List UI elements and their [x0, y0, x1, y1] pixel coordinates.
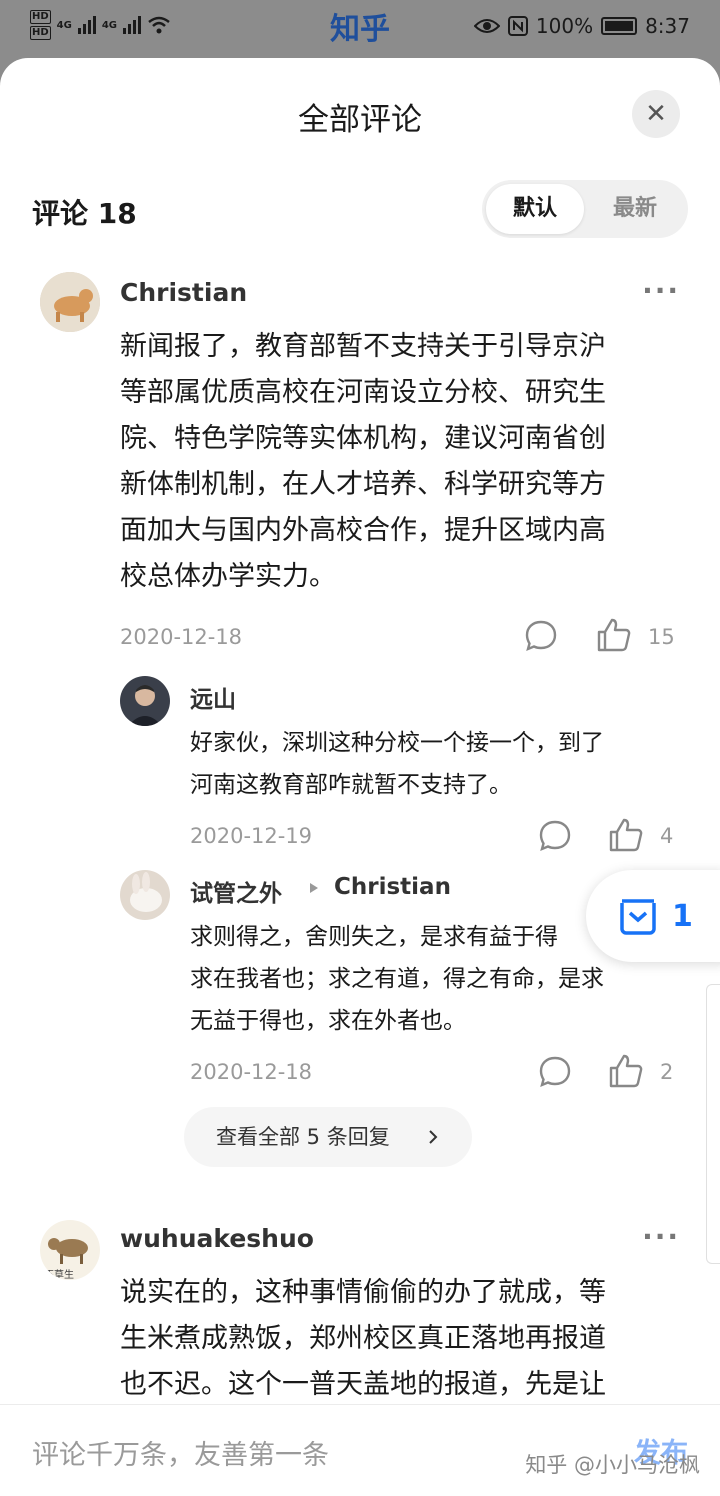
reply-icon[interactable] — [538, 1055, 572, 1089]
comments-sheet: 全部评论 ✕ 评论 18 默认 最新 Christian ··· 新闻报了，教育… — [0, 58, 720, 1496]
reply-author[interactable]: 试管之外 — [190, 874, 282, 908]
avatar[interactable] — [40, 272, 100, 332]
comment-count-row: 评论 18 默认 最新 — [32, 180, 688, 240]
like-count: 2 — [660, 1060, 674, 1084]
nfc-icon — [507, 16, 528, 36]
comment-author[interactable]: Christian — [120, 278, 247, 307]
more-options-icon[interactable]: ··· — [642, 274, 680, 307]
avatar[interactable] — [120, 870, 170, 920]
clock: 8:37 — [645, 14, 690, 38]
reply-icon[interactable] — [538, 819, 572, 853]
sheet-title: 全部评论 — [298, 102, 422, 138]
comment-text: 新闻报了，教育部暂不支持关于引导京沪 等部属优质高校在河南设立分校、研究生 院、… — [120, 331, 606, 592]
sort-latest-tab[interactable]: 最新 — [586, 184, 684, 234]
eye-icon — [473, 19, 500, 33]
comment-text: 说实在的，这种事情偷偷的办了就成，等 生米煮成熟饭，郑州校区真正落地再报道 也不… — [120, 1277, 606, 1400]
floating-collapse-button[interactable]: 1 — [586, 870, 720, 962]
reply-date: 2020-12-19 — [190, 824, 313, 848]
like-icon[interactable] — [608, 817, 644, 853]
collapse-box-icon — [620, 899, 656, 935]
like-count: 15 — [648, 625, 675, 649]
battery-icon — [601, 17, 638, 35]
reply-author[interactable]: 远山 — [190, 680, 236, 714]
sort-default-tab[interactable]: 默认 — [486, 184, 584, 234]
chevron-right-icon — [429, 1130, 438, 1144]
comment-count: 评论 18 — [32, 197, 137, 230]
like-icon[interactable] — [608, 1053, 644, 1089]
comment-author[interactable]: wuhuakeshuo — [120, 1224, 314, 1253]
close-icon: ✕ — [645, 99, 667, 129]
more-options-icon[interactable]: ··· — [642, 1220, 680, 1253]
watermark: 知乎 @小小马沧枫 — [525, 1453, 700, 1477]
scroll-indicator[interactable] — [706, 984, 720, 1264]
reply-text: 好家伙，深圳这种分校一个接一个，到了 河南这教育部咋就暂不支持了。 — [190, 730, 604, 798]
avatar-caption: 不草生 — [44, 1270, 74, 1280]
reply-date: 2020-12-18 — [190, 1060, 313, 1084]
view-all-label: 查看全部 5 条回复 — [216, 1125, 390, 1149]
view-all-replies-button[interactable]: 查看全部 5 条回复 — [184, 1107, 472, 1167]
floating-count: 1 — [672, 898, 693, 934]
caret-right-icon — [310, 883, 318, 893]
comment-date: 2020-12-18 — [120, 625, 243, 649]
avatar[interactable] — [120, 676, 170, 726]
comment-input-bar: 评论千万条，友善第一条 发布 知乎 @小小马沧枫 — [0, 1404, 720, 1496]
sort-toggle: 默认 最新 — [482, 180, 688, 238]
status-bar: HD HD 4G 4G 知乎 100% 8:37 — [0, 0, 720, 56]
reply-text: 求则得之，舍则失之，是求有益于得 求在我者也；求之有道，得之有命，是求 无益于得… — [190, 924, 604, 1034]
reply-icon[interactable] — [524, 619, 558, 653]
close-button[interactable]: ✕ — [632, 90, 680, 138]
battery-percent: 100% — [535, 14, 594, 38]
status-right: 100% 8:37 — [473, 14, 690, 38]
reply-to-user[interactable]: Christian — [334, 874, 451, 900]
like-icon[interactable] — [596, 617, 632, 653]
like-count: 4 — [660, 824, 674, 848]
avatar[interactable]: 不草生 — [40, 1220, 100, 1280]
comment-input[interactable]: 评论千万条，友善第一条 — [32, 1433, 329, 1472]
